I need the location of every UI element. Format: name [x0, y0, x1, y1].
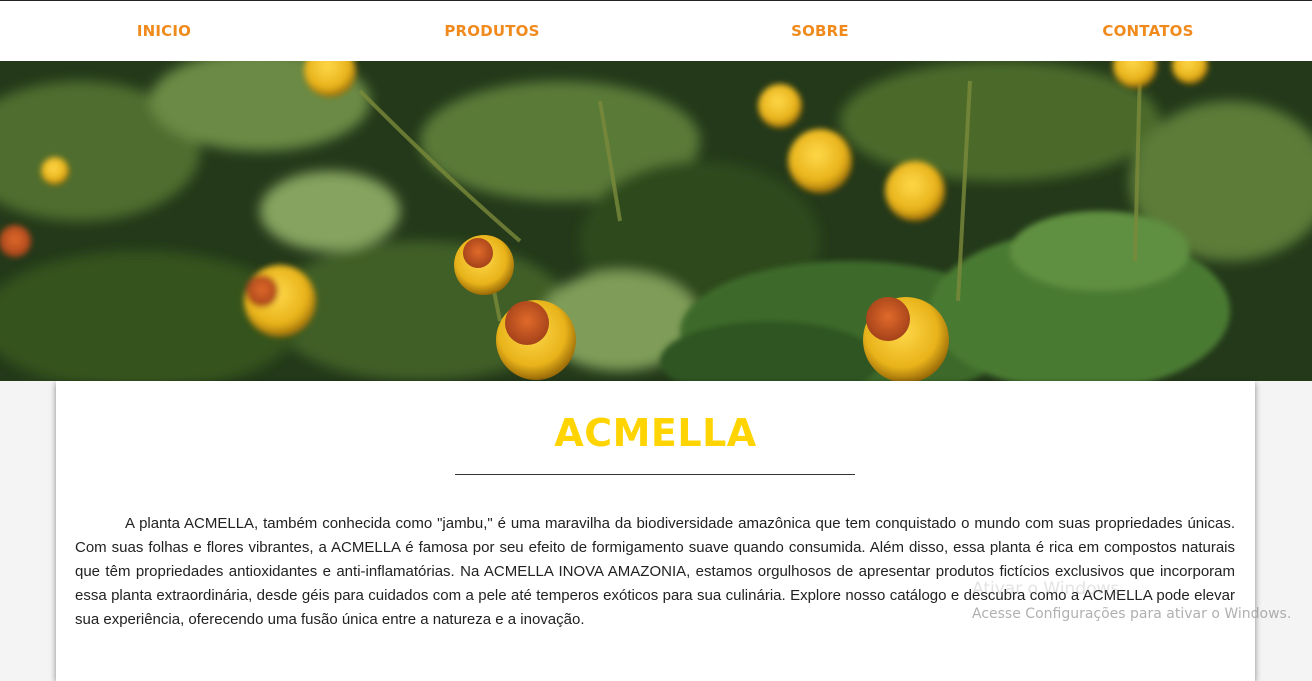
acmella-flowers-illustration	[0, 61, 1312, 381]
nav-link-produtos[interactable]: PRODUTOS	[328, 1, 656, 61]
nav-link-inicio[interactable]: INICIO	[0, 1, 328, 61]
nav-link-contatos[interactable]: CONTATOS	[984, 1, 1312, 61]
nav-link-sobre[interactable]: SOBRE	[656, 1, 984, 61]
watermark-line2: Acesse Configurações para ativar o Windo…	[972, 606, 1292, 622]
watermark-line1: Ativar o Windows	[972, 579, 1120, 599]
top-navigation: INICIO PRODUTOS SOBRE CONTATOS	[0, 0, 1312, 61]
title-divider	[455, 474, 855, 475]
page-title: ACMELLA	[554, 411, 757, 455]
hero-banner-image	[0, 61, 1312, 381]
content-card: ACMELLA A planta ACMELLA, também conheci…	[56, 381, 1255, 681]
windows-activation-watermark: Ativar o Windows Acesse Configurações pa…	[972, 579, 1292, 622]
